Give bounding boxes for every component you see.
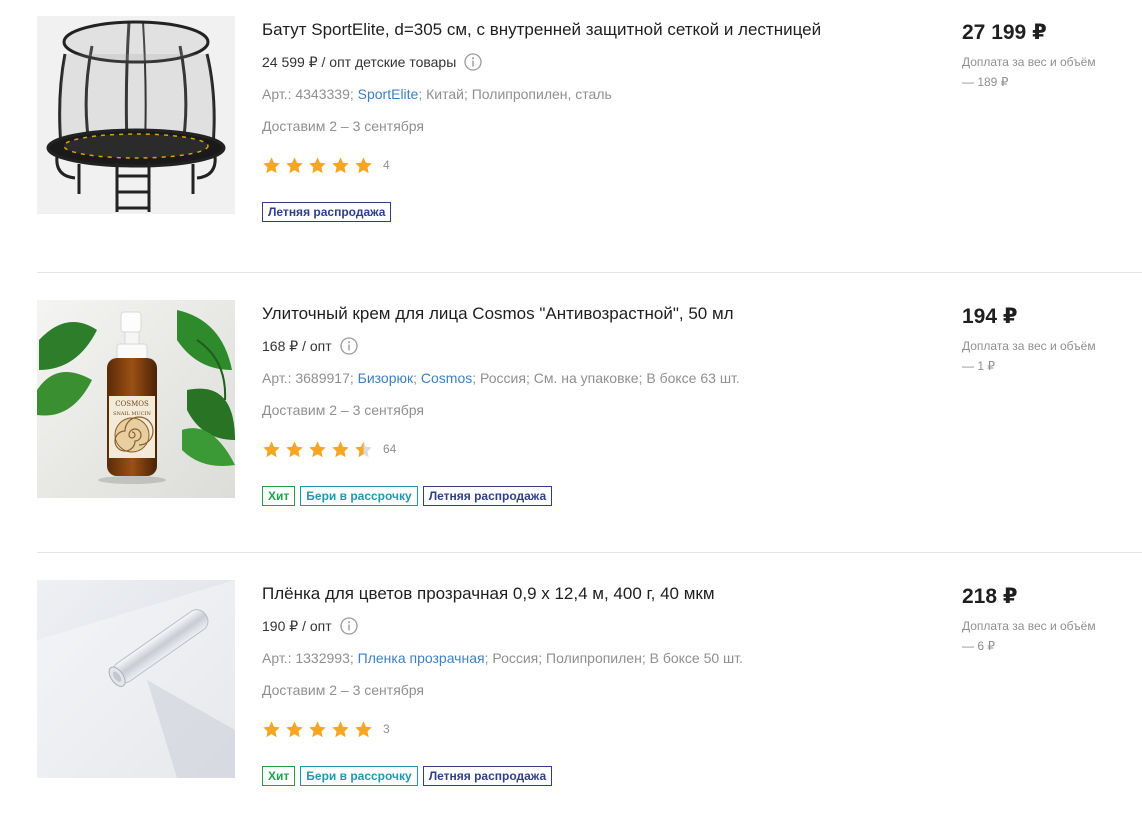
badge-installment[interactable]: Бери в рассрочку	[300, 486, 418, 506]
delivery-date: Доставим 2 – 3 сентября	[262, 402, 425, 418]
article-number: Арт.: 4343339;	[262, 86, 354, 102]
product-card: Плёнка для цветов прозрачная 0,9 х 12,4 …	[37, 553, 1142, 832]
product-price: 194 ₽	[962, 305, 1018, 328]
star-icon	[332, 156, 349, 173]
label-subtext: SNAIL MUCIN	[113, 411, 151, 417]
product-meta: Арт.: 4343339; SportElite; Китай; Полипр…	[262, 84, 902, 104]
product-title[interactable]: Улиточный крем для лица Cosmos "Антивозр…	[262, 302, 902, 326]
brand-link[interactable]: SportElite	[358, 86, 419, 102]
star-icon	[309, 156, 326, 173]
delivery-date: Доставим 2 – 3 сентября	[262, 118, 425, 134]
badges: Хит Бери в рассрочку Летняя распродажа	[262, 486, 902, 506]
badges: Летняя распродажа	[262, 202, 902, 222]
star-half-icon	[355, 440, 372, 457]
product-image-film[interactable]	[37, 580, 235, 778]
product-info: Батут SportElite, d=305 см, с внутренней…	[262, 18, 902, 222]
rating: 4	[262, 154, 902, 176]
badges: Хит Бери в рассрочку Летняя распродажа	[262, 766, 902, 786]
badge-hit[interactable]: Хит	[262, 766, 296, 786]
review-count[interactable]: 4	[383, 158, 390, 172]
badge-summer-sale[interactable]: Летняя распродажа	[422, 486, 553, 506]
product-info: Плёнка для цветов прозрачная 0,9 х 12,4 …	[262, 582, 902, 786]
price-column: 218 ₽ Доплата за вес и объём — 6 ₽	[962, 584, 1132, 656]
star-icon	[286, 440, 303, 457]
product-card: COSMOS SNAIL MUCIN Улиточный крем для ли…	[37, 273, 1142, 552]
star-icon	[286, 720, 303, 737]
product-title[interactable]: Плёнка для цветов прозрачная 0,9 х 12,4 …	[262, 582, 902, 606]
product-price: 218 ₽	[962, 585, 1018, 608]
brand-link[interactable]: Cosmos	[421, 370, 472, 386]
article-number: Арт.: 1332993;	[262, 650, 354, 666]
delivery-date: Доставим 2 – 3 сентября	[262, 682, 425, 698]
weight-surcharge: Доплата за вес и объём — 189 ₽	[962, 55, 1096, 89]
wholesale-price-row: 190 ₽ / опт	[262, 616, 902, 636]
badge-installment[interactable]: Бери в рассрочку	[300, 766, 418, 786]
brand-link[interactable]: Пленка прозрачная	[358, 650, 485, 666]
info-circle-icon[interactable]	[339, 617, 358, 635]
article-number: Арт.: 3689917;	[262, 370, 354, 386]
badge-summer-sale[interactable]: Летняя распродажа	[422, 766, 553, 786]
star-icon	[309, 720, 326, 737]
badge-summer-sale[interactable]: Летняя распродажа	[262, 202, 392, 222]
price-column: 27 199 ₽ Доплата за вес и объём — 189 ₽	[962, 20, 1132, 92]
product-list: Батут SportElite, d=305 см, с внутренней…	[0, 0, 1142, 832]
meta-attributes: ; Россия; См. на упаковке; В боксе 63 шт…	[472, 370, 740, 386]
product-title[interactable]: Батут SportElite, d=305 см, с внутренней…	[262, 18, 902, 42]
wholesale-price-row: 24 599 ₽ / опт детские товары	[262, 52, 902, 72]
review-count[interactable]: 64	[383, 442, 396, 456]
product-info: Улиточный крем для лица Cosmos "Антивозр…	[262, 302, 902, 506]
star-icon	[355, 720, 372, 737]
info-circle-icon[interactable]	[339, 337, 358, 355]
product-image-snail-cream[interactable]: COSMOS SNAIL MUCIN	[37, 300, 235, 498]
wholesale-price: 24 599 ₽ / опт детские товары	[262, 54, 457, 70]
star-icon	[263, 440, 280, 457]
badge-hit[interactable]: Хит	[262, 486, 296, 506]
star-icon	[263, 156, 280, 173]
product-card: Батут SportElite, d=305 см, с внутренней…	[37, 0, 1142, 272]
weight-surcharge: Доплата за вес и объём — 6 ₽	[962, 619, 1096, 653]
star-icon	[332, 720, 349, 737]
product-price: 27 199 ₽	[962, 21, 1047, 44]
product-meta: Арт.: 1332993; Пленка прозрачная; Россия…	[262, 648, 902, 668]
product-meta: Арт.: 3689917; Бизорюк; Cosmos; Россия; …	[262, 368, 902, 388]
label-text: COSMOS	[115, 400, 149, 408]
price-column: 194 ₽ Доплата за вес и объём — 1 ₽	[962, 304, 1132, 376]
star-icon	[286, 156, 303, 173]
star-icon	[332, 440, 349, 457]
rating: 3	[262, 718, 902, 740]
star-icon	[309, 440, 326, 457]
product-image-trampoline[interactable]	[37, 16, 235, 214]
rating: 64	[262, 438, 902, 460]
review-count[interactable]: 3	[383, 722, 390, 736]
wholesale-price: 190 ₽ / опт	[262, 618, 332, 634]
star-icon	[263, 720, 280, 737]
meta-attributes: ; Россия; Полипропилен; В боксе 50 шт.	[484, 650, 744, 666]
star-icon	[355, 156, 372, 173]
info-circle-icon[interactable]	[464, 53, 482, 71]
weight-surcharge: Доплата за вес и объём — 1 ₽	[962, 339, 1096, 373]
wholesale-price: 168 ₽ / опт	[262, 338, 332, 354]
meta-separator: ;	[413, 370, 421, 386]
wholesale-price-row: 168 ₽ / опт	[262, 336, 902, 356]
category-link[interactable]: Бизорюк	[358, 370, 413, 386]
meta-attributes: ; Китай; Полипропилен, сталь	[418, 86, 612, 102]
